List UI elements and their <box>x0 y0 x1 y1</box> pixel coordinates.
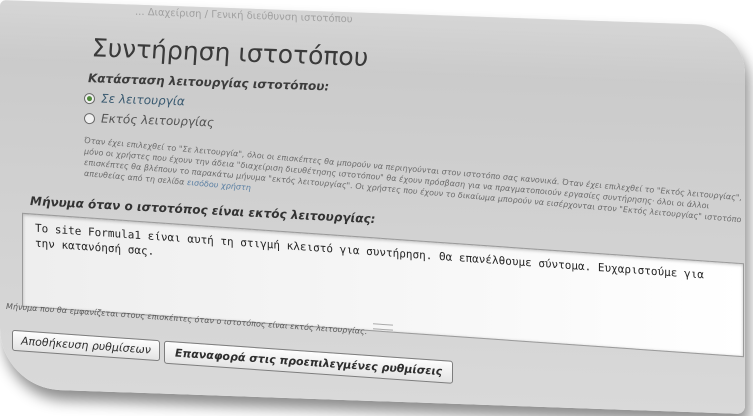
breadcrumb[interactable]: ... Διαχείριση / Γενική διεύθυνση ιστοτό… <box>135 7 353 26</box>
radio-checked-icon[interactable] <box>84 92 95 104</box>
maintenance-panel: ... Διαχείριση / Γενική διεύθυνση ιστοτό… <box>0 0 745 415</box>
offline-message-textarea[interactable]: Το site Formula1 είναι αυτή τη στιγμή κλ… <box>22 212 744 358</box>
site-status-label: Κατάσταση λειτουργίας ιστοτόπου: <box>88 71 330 94</box>
radio-unchecked-icon[interactable] <box>84 112 95 124</box>
radio-offline[interactable]: Εκτός λειτουργίας <box>84 111 214 130</box>
resize-grip-icon[interactable] <box>373 323 393 331</box>
radio-offline-label[interactable]: Εκτός λειτουργίας <box>101 112 214 130</box>
offline-message-value[interactable]: Το site Formula1 είναι αυτή τη στιγμή κλ… <box>35 221 725 299</box>
radio-online[interactable]: Σε λειτουργία <box>84 91 185 109</box>
save-settings-button[interactable]: Αποθήκευση ρυθμίσεων <box>12 329 160 362</box>
reset-defaults-button[interactable]: Επαναφορά στις προεπιλεγμένες ρυθμίσεις <box>164 340 454 384</box>
page-title: Συντήρηση ιστοτόπου <box>90 33 370 72</box>
screenshot-stage: ... Διαχείριση / Γενική διεύθυνση ιστοτό… <box>0 0 753 416</box>
site-status-description: Όταν έχει επιλεχθεί το "Σε λειτουργία", … <box>84 135 744 237</box>
radio-online-label[interactable]: Σε λειτουργία <box>101 92 185 109</box>
